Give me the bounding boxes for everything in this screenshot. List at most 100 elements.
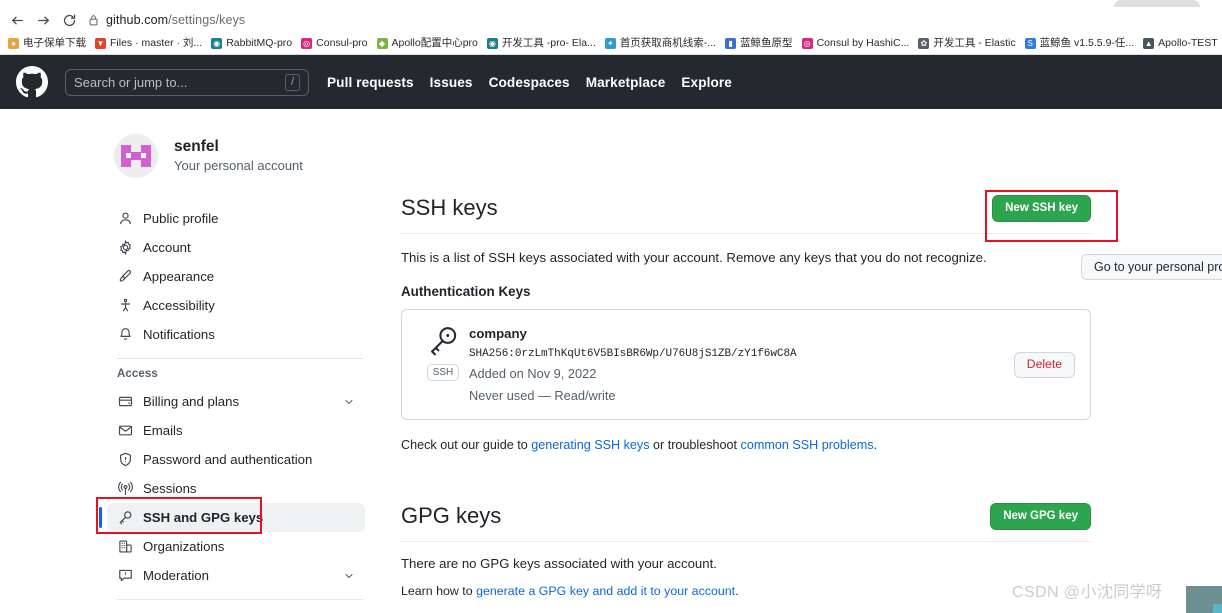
bookmark-favicon-icon: ◉ (486, 38, 498, 49)
github-mark-icon[interactable] (16, 66, 48, 98)
chevron-down-icon[interactable] (343, 570, 355, 582)
bookmark-item[interactable]: ▲ Apollo-TEST (1140, 35, 1222, 53)
header-nav-item[interactable]: Marketplace (586, 75, 666, 90)
sidebar-item-label: Accessibility (143, 297, 215, 313)
account-name: senfel (174, 138, 219, 156)
bookmark-favicon-icon: ◎ (801, 38, 813, 49)
ssh-key-fingerprint: SHA256:0rzLmThKqUt6V5BIsBR6Wp/U76U8jS1ZB… (469, 347, 797, 360)
browser-tab[interactable] (1114, 0, 1200, 7)
mail-icon (117, 422, 134, 439)
bookmark-favicon-icon: ◎ (301, 38, 313, 49)
sidebar-item-label: Billing and plans (143, 393, 240, 409)
bookmark-item[interactable]: ✿ 开发工具 - Elastic (915, 35, 1021, 53)
header-nav-item[interactable]: Codespaces (489, 75, 570, 90)
search-placeholder: Search or jump to... (74, 74, 188, 90)
go-to-profile-button[interactable]: Go to your personal profile (1081, 254, 1222, 280)
ssh-help-pre: Check out our guide to (401, 438, 532, 453)
broadcast-icon (117, 480, 134, 497)
gpg-learn-pre: Learn how to (401, 583, 477, 598)
sidebar-item-appearance[interactable]: Appearance (107, 262, 365, 291)
ssh-key-added-date: Added on Nov 9, 2022 (469, 366, 597, 382)
gpg-learn-post: . (735, 583, 739, 598)
address-bar-url: github.com/settings/keys (106, 13, 245, 27)
ssh-keys-description: This is a list of SSH keys associated wi… (401, 249, 987, 265)
url-path: /settings/keys (168, 13, 246, 27)
header-nav-item[interactable]: Issues (430, 75, 473, 90)
new-ssh-key-highlight (985, 190, 1118, 242)
page-content: senfel Your personal account Go to your … (0, 109, 1222, 613)
lock-icon (88, 14, 99, 26)
bookmark-favicon-icon: ▲ (1143, 38, 1155, 49)
search-input[interactable]: Search or jump to... / (65, 68, 309, 96)
gpg-keys-title: GPG keys (401, 503, 502, 529)
github-header: Search or jump to... / Pull requests Issu… (0, 55, 1222, 109)
ssh-help-note: Check out our guide to generating SSH ke… (401, 436, 1091, 455)
common-ssh-problems-link[interactable]: common SSH problems (741, 438, 874, 452)
bookmark-favicon-icon: ◉ (211, 38, 223, 49)
bookmark-label: Files · master · 刘... (110, 37, 203, 50)
sidebar-item-label: Moderation (143, 567, 209, 583)
bookmark-item[interactable]: ◎ Consul by HashiC... (799, 35, 916, 53)
bookmark-label: 蓝鲸鱼 v1.5.5.9-任... (1039, 37, 1135, 50)
comment-icon (117, 567, 134, 584)
sidebar-item-accessibility[interactable]: Accessibility (107, 291, 365, 320)
bookmark-label: Consul-pro (316, 37, 368, 50)
bell-icon (117, 326, 134, 343)
sidebar-item-organizations[interactable]: Organizations (107, 532, 365, 561)
gpg-learn-note: Learn how to generate a GPG key and add … (401, 584, 1091, 598)
delete-ssh-key-button[interactable]: Delete (1013, 351, 1075, 378)
bookmark-label: RabbitMQ-pro (226, 37, 293, 50)
bookmark-label: 开发工具 -pro- Ela... (501, 37, 596, 50)
sidebar-item-account[interactable]: Account (107, 233, 365, 262)
bookmark-label: 首页获取商机线索-... (619, 37, 717, 50)
sidebar-item-label: Public profile (143, 210, 219, 226)
bookmark-item[interactable]: ✦ 首页获取商机线索-... (602, 35, 722, 53)
forward-arrow-icon[interactable] (30, 8, 56, 32)
chevron-down-icon[interactable] (343, 396, 355, 408)
browser-tab-strip (0, 0, 1222, 7)
avatar[interactable] (114, 134, 158, 178)
bookmark-favicon-icon: ● (8, 38, 19, 49)
address-bar[interactable]: github.com/settings/keys (88, 10, 1222, 30)
bookmark-item[interactable]: ▼ Files · master · 刘... (92, 35, 208, 53)
gear-icon (117, 239, 134, 256)
sidebar-divider (117, 358, 363, 359)
bookmark-item[interactable]: ● 电子保单下载 (5, 35, 92, 53)
sidebar-item-moderation[interactable]: Moderation (107, 561, 365, 590)
ssh-key-usage: Never used — Read/write (469, 387, 616, 403)
bookmark-label: 开发工具 - Elastic (933, 37, 1016, 50)
bookmark-favicon-icon: ▮ (725, 38, 737, 49)
header-nav: Pull requests Issues Codespaces Marketplace… (327, 75, 732, 90)
bookmark-item[interactable]: ▮ 蓝鲸鱼原型 (722, 35, 799, 53)
sidebar-item-billing-and-plans[interactable]: Billing and plans (107, 387, 365, 416)
authentication-keys-label: Authentication Keys (401, 284, 531, 300)
sidebar-item-password-and-authentication[interactable]: Password and authentication (107, 445, 365, 474)
sidebar-item-label: Appearance (143, 268, 215, 284)
credit-card-icon (117, 393, 134, 410)
reload-icon[interactable] (56, 8, 82, 32)
ssh-and-gpg-keys-highlight (96, 497, 262, 534)
settings-main: SSH keys New SSH key This is a list of S… (401, 195, 1091, 598)
bookmark-favicon-icon: ▼ (95, 38, 106, 49)
bookmark-item[interactable]: ◉ RabbitMQ-pro (208, 35, 298, 53)
bookmark-item[interactable]: ◎ Consul-pro (298, 35, 373, 53)
sidebar-item-emails[interactable]: Emails (107, 416, 365, 445)
organization-icon (117, 538, 134, 555)
bookmark-item[interactable]: S 蓝鲸鱼 v1.5.5.9-任... (1022, 35, 1141, 53)
sidebar-item-label: Password and authentication (143, 451, 313, 467)
sidebar-item-notifications[interactable]: Notifications (107, 320, 365, 349)
ssh-keys-title: SSH keys (401, 195, 498, 220)
back-arrow-icon[interactable] (4, 8, 30, 32)
bookmark-item[interactable]: ◆ Apollo配置中心pro (374, 35, 484, 53)
bookmark-label: Apollo配置中心pro (391, 37, 478, 50)
url-domain: github.com (106, 13, 169, 27)
sidebar-item-public-profile[interactable]: Public profile (107, 204, 365, 233)
generate-gpg-key-link[interactable]: generate a GPG key and add it to your ac… (476, 584, 735, 598)
gpg-keys-description: There are no GPG keys associated with yo… (401, 555, 717, 571)
header-nav-item[interactable]: Explore (681, 75, 732, 90)
new-gpg-key-button[interactable]: New GPG key (990, 503, 1091, 530)
bookmark-item[interactable]: ◉ 开发工具 -pro- Ela... (484, 35, 602, 53)
generating-ssh-keys-link[interactable]: generating SSH keys (531, 438, 649, 452)
header-nav-item[interactable]: Pull requests (327, 75, 414, 90)
bookmark-label: 蓝鲸鱼原型 (740, 37, 793, 50)
